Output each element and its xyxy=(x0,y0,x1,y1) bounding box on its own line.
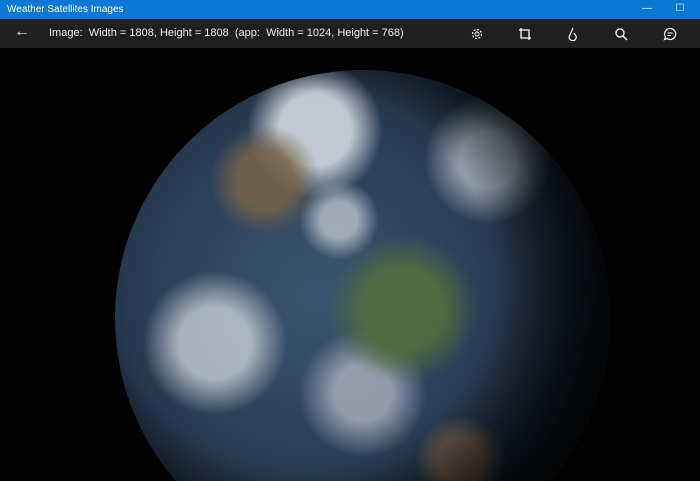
crop-icon[interactable] xyxy=(515,24,535,44)
title-bar: Weather Satellites Images xyxy=(0,0,700,19)
satellite-earth-image xyxy=(115,70,611,481)
minimize-button[interactable]: — xyxy=(630,0,664,19)
toolbar: ← Image: Width = 1808, Height = 1808 (ap… xyxy=(0,19,700,48)
image-viewer[interactable] xyxy=(0,48,700,481)
image-info-text: Image: Width = 1808, Height = 1808 (app:… xyxy=(49,27,404,39)
touch-icon[interactable] xyxy=(563,24,583,44)
maximize-button[interactable]: ☐ xyxy=(663,0,697,19)
search-icon[interactable] xyxy=(611,24,631,44)
chat-icon[interactable] xyxy=(660,24,680,44)
back-arrow-icon[interactable]: ← xyxy=(14,23,30,41)
app-title: Weather Satellites Images xyxy=(7,4,124,15)
gear-icon[interactable] xyxy=(467,24,487,44)
